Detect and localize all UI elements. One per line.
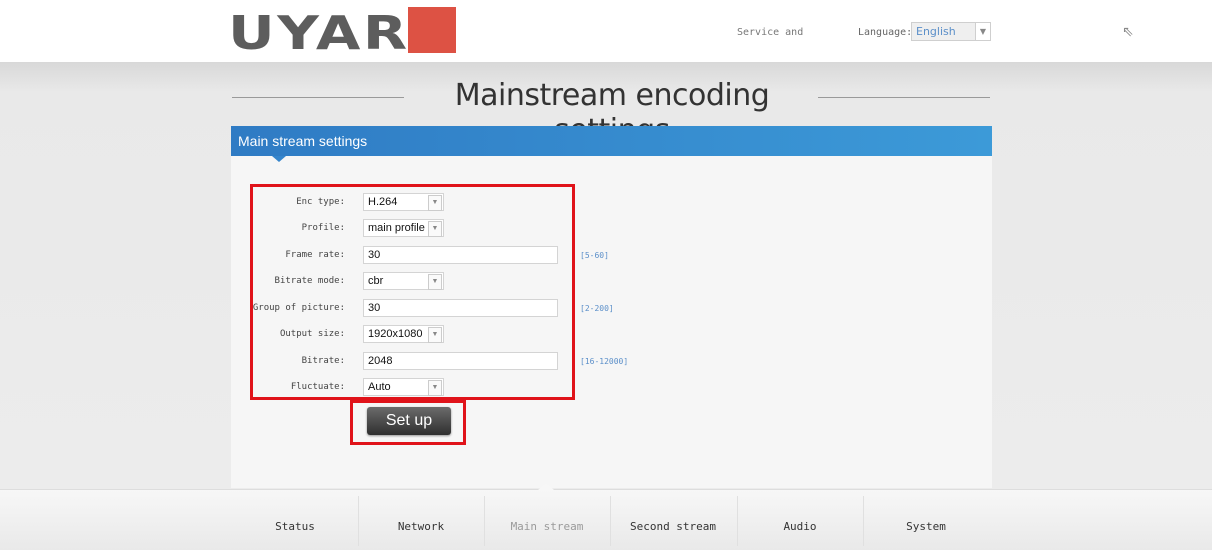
nav-item-status[interactable]: Status	[232, 496, 358, 546]
panel-header: Main stream settings	[231, 126, 992, 162]
bottom-nav: Status Network Main stream Second stream…	[0, 483, 1212, 550]
form-highlight-box	[250, 184, 575, 400]
mouse-pointer-icon: ⇖	[1122, 24, 1134, 40]
uyar-logo: UYAR	[228, 4, 478, 60]
nav-item-audio[interactable]: Audio	[737, 496, 863, 546]
panel-header-notch	[272, 156, 286, 162]
language-select[interactable]: English ▼	[911, 22, 991, 41]
panel-title: Main stream settings	[238, 133, 368, 149]
title-divider-left	[232, 97, 404, 98]
gop-range: [2-200]	[580, 304, 614, 313]
bitrate-range: [16-12000]	[580, 357, 629, 366]
service-link[interactable]: Service and	[737, 27, 803, 38]
chevron-down-icon: ▼	[975, 23, 990, 40]
logo-text: UYAR	[228, 6, 410, 60]
logo-red-block	[408, 7, 456, 53]
language-value: English	[916, 25, 956, 38]
nav-pointer-icon	[538, 483, 554, 490]
frame-rate-range: [5-60]	[580, 251, 609, 260]
nav-item-network[interactable]: Network	[358, 496, 484, 546]
language-label: Language:	[858, 27, 913, 38]
nav-item-main-stream[interactable]: Main stream	[484, 496, 610, 546]
setup-highlight-box	[350, 400, 466, 445]
nav-item-system[interactable]: System	[863, 496, 989, 546]
title-divider-right	[818, 97, 990, 98]
header: UYAR Service and Language: English ▼ ⇖	[0, 0, 1212, 62]
nav-item-second-stream[interactable]: Second stream	[610, 496, 736, 546]
